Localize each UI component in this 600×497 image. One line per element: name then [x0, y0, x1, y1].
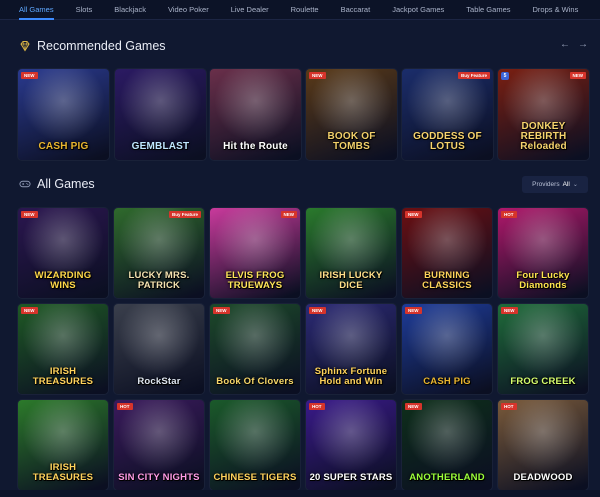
tab-roulette[interactable]: Roulette: [291, 0, 319, 20]
game-tile[interactable]: NEW FROG CREEK: [498, 304, 588, 394]
tab-jackpot-games[interactable]: Jackpot Games: [392, 0, 444, 20]
game-tile[interactable]: Buy Feature LUCKY MRS. PATRICK: [114, 208, 204, 298]
game-tile[interactable]: NEW Sphinx Fortune Hold and Win: [306, 304, 396, 394]
provider-badge: 5: [501, 72, 509, 80]
feature-badge: NEW: [280, 211, 297, 218]
game-tile[interactable]: NEW CASH PIG: [402, 304, 492, 394]
game-tile[interactable]: IRISH TREASURES: [18, 400, 108, 490]
game-tile[interactable]: NEW BURNING CLASSICS: [402, 208, 492, 298]
tab-drops-wins[interactable]: Drops & Wins: [532, 0, 578, 20]
game-tile[interactable]: NEW ELVIS FROG TRUEWAYS: [210, 208, 300, 298]
game-tile[interactable]: GEMBLAST: [115, 69, 206, 160]
bottom-strip: [0, 490, 600, 497]
game-title: ELVIS FROG TRUEWAYS: [225, 270, 285, 291]
providers-dropdown[interactable]: Providers All ⌄: [522, 176, 588, 193]
game-title: WIZARDING WINS: [34, 270, 92, 291]
game-title: ANOTHERLAND: [409, 471, 485, 483]
feature-badge: Buy Feature: [457, 72, 490, 79]
game-title: BOOK OF TOMBS: [327, 131, 376, 152]
game-tile[interactable]: Hit the Route: [210, 69, 301, 160]
game-tile[interactable]: HOT SIN CITY NIGHTS: [114, 400, 204, 490]
hot-badge: HOT: [117, 403, 133, 410]
game-title: IRISH TREASURES: [32, 462, 94, 483]
game-title: GODDESS OF LOTUS: [413, 131, 482, 152]
gamepad-icon: [19, 178, 31, 190]
game-title: IRISH TREASURES: [32, 366, 94, 387]
game-title: LUCKY MRS. PATRICK: [128, 270, 190, 291]
game-title: BURNING CLASSICS: [422, 270, 472, 291]
game-title: RockStar: [137, 375, 181, 387]
game-tile[interactable]: NEW Book Of Clovers: [210, 304, 300, 394]
game-title: CASH PIG: [423, 375, 471, 387]
hot-badge: HOT: [501, 211, 517, 218]
new-badge: NEW: [405, 403, 422, 410]
tab-blackjack[interactable]: Blackjack: [114, 0, 146, 20]
tab-table-games[interactable]: Table Games: [466, 0, 510, 20]
game-tile[interactable]: NEW CASH PIG: [18, 69, 109, 160]
arrow-left-icon[interactable]: ←: [560, 39, 570, 50]
tab-video-poker[interactable]: Video Poker: [168, 0, 209, 20]
game-tile[interactable]: IRISH LUCKY DICE: [306, 208, 396, 298]
game-title: CHINESE TIGERS: [213, 471, 297, 483]
game-tile[interactable]: CHINESE TIGERS: [210, 400, 300, 490]
diamond-icon: [19, 40, 31, 52]
new-badge: NEW: [21, 211, 38, 218]
new-badge: NEW: [21, 72, 38, 79]
tab-slots[interactable]: Slots: [76, 0, 93, 20]
game-title: DONKEY REBIRTH Reloaded: [520, 121, 567, 152]
new-badge: NEW: [405, 211, 422, 218]
game-title: Hit the Route: [223, 141, 288, 152]
chevron-down-icon: ⌄: [572, 182, 578, 188]
game-title: DEADWOOD: [513, 471, 573, 483]
game-title: Book Of Clovers: [216, 375, 294, 387]
game-title: 20 SUPER STARS: [309, 471, 393, 483]
tab-baccarat[interactable]: Baccarat: [341, 0, 371, 20]
new-badge: NEW: [309, 307, 326, 314]
new-badge: NEW: [213, 307, 230, 314]
arrow-right-icon[interactable]: →: [578, 39, 588, 50]
game-title: GEMBLAST: [131, 141, 190, 152]
new-badge: NEW: [21, 307, 38, 314]
new-badge: NEW: [405, 307, 422, 314]
game-tile[interactable]: HOT 20 SUPER STARS: [306, 400, 396, 490]
tab-all-games[interactable]: All Games: [19, 0, 54, 20]
game-title: CASH PIG: [38, 141, 89, 152]
tab-live-dealer[interactable]: Live Dealer: [231, 0, 269, 20]
all-games-title: All Games: [37, 177, 95, 191]
new-badge: NEW: [309, 72, 326, 79]
providers-value: All: [562, 181, 570, 188]
recommended-games-title: Recommended Games: [37, 39, 166, 53]
feature-badge: NEW: [569, 72, 586, 79]
category-tabs: All Games Slots Blackjack Video Poker Live D…: [0, 0, 600, 20]
new-badge: NEW: [501, 307, 518, 314]
game-tile[interactable]: Buy Feature GODDESS OF LOTUS: [402, 69, 493, 160]
providers-label: Providers: [532, 181, 560, 188]
recommended-games-header: Recommended Games: [19, 39, 166, 53]
game-tile[interactable]: HOT DEADWOOD: [498, 400, 588, 490]
hot-badge: HOT: [309, 403, 325, 410]
game-tile[interactable]: NEW BOOK OF TOMBS: [306, 69, 397, 160]
hot-badge: HOT: [501, 403, 517, 410]
feature-badge: Buy Feature: [168, 211, 201, 218]
game-title: Four Lucky Diamonds: [516, 270, 570, 291]
game-tile[interactable]: HOT Four Lucky Diamonds: [498, 208, 588, 298]
game-tile[interactable]: 5 NEW DONKEY REBIRTH Reloaded: [498, 69, 589, 160]
carousel-arrows: ← →: [560, 39, 588, 50]
game-tile[interactable]: RockStar: [114, 304, 204, 394]
game-title: IRISH LUCKY DICE: [319, 270, 383, 291]
game-tile[interactable]: NEW ANOTHERLAND: [402, 400, 492, 490]
game-title: FROG CREEK: [510, 375, 576, 387]
game-title: Sphinx Fortune Hold and Win: [314, 366, 388, 387]
game-tile[interactable]: NEW IRISH TREASURES: [18, 304, 108, 394]
game-tile[interactable]: NEW WIZARDING WINS: [18, 208, 108, 298]
game-title: SIN CITY NIGHTS: [118, 471, 200, 483]
all-games-header: All Games: [19, 177, 95, 191]
